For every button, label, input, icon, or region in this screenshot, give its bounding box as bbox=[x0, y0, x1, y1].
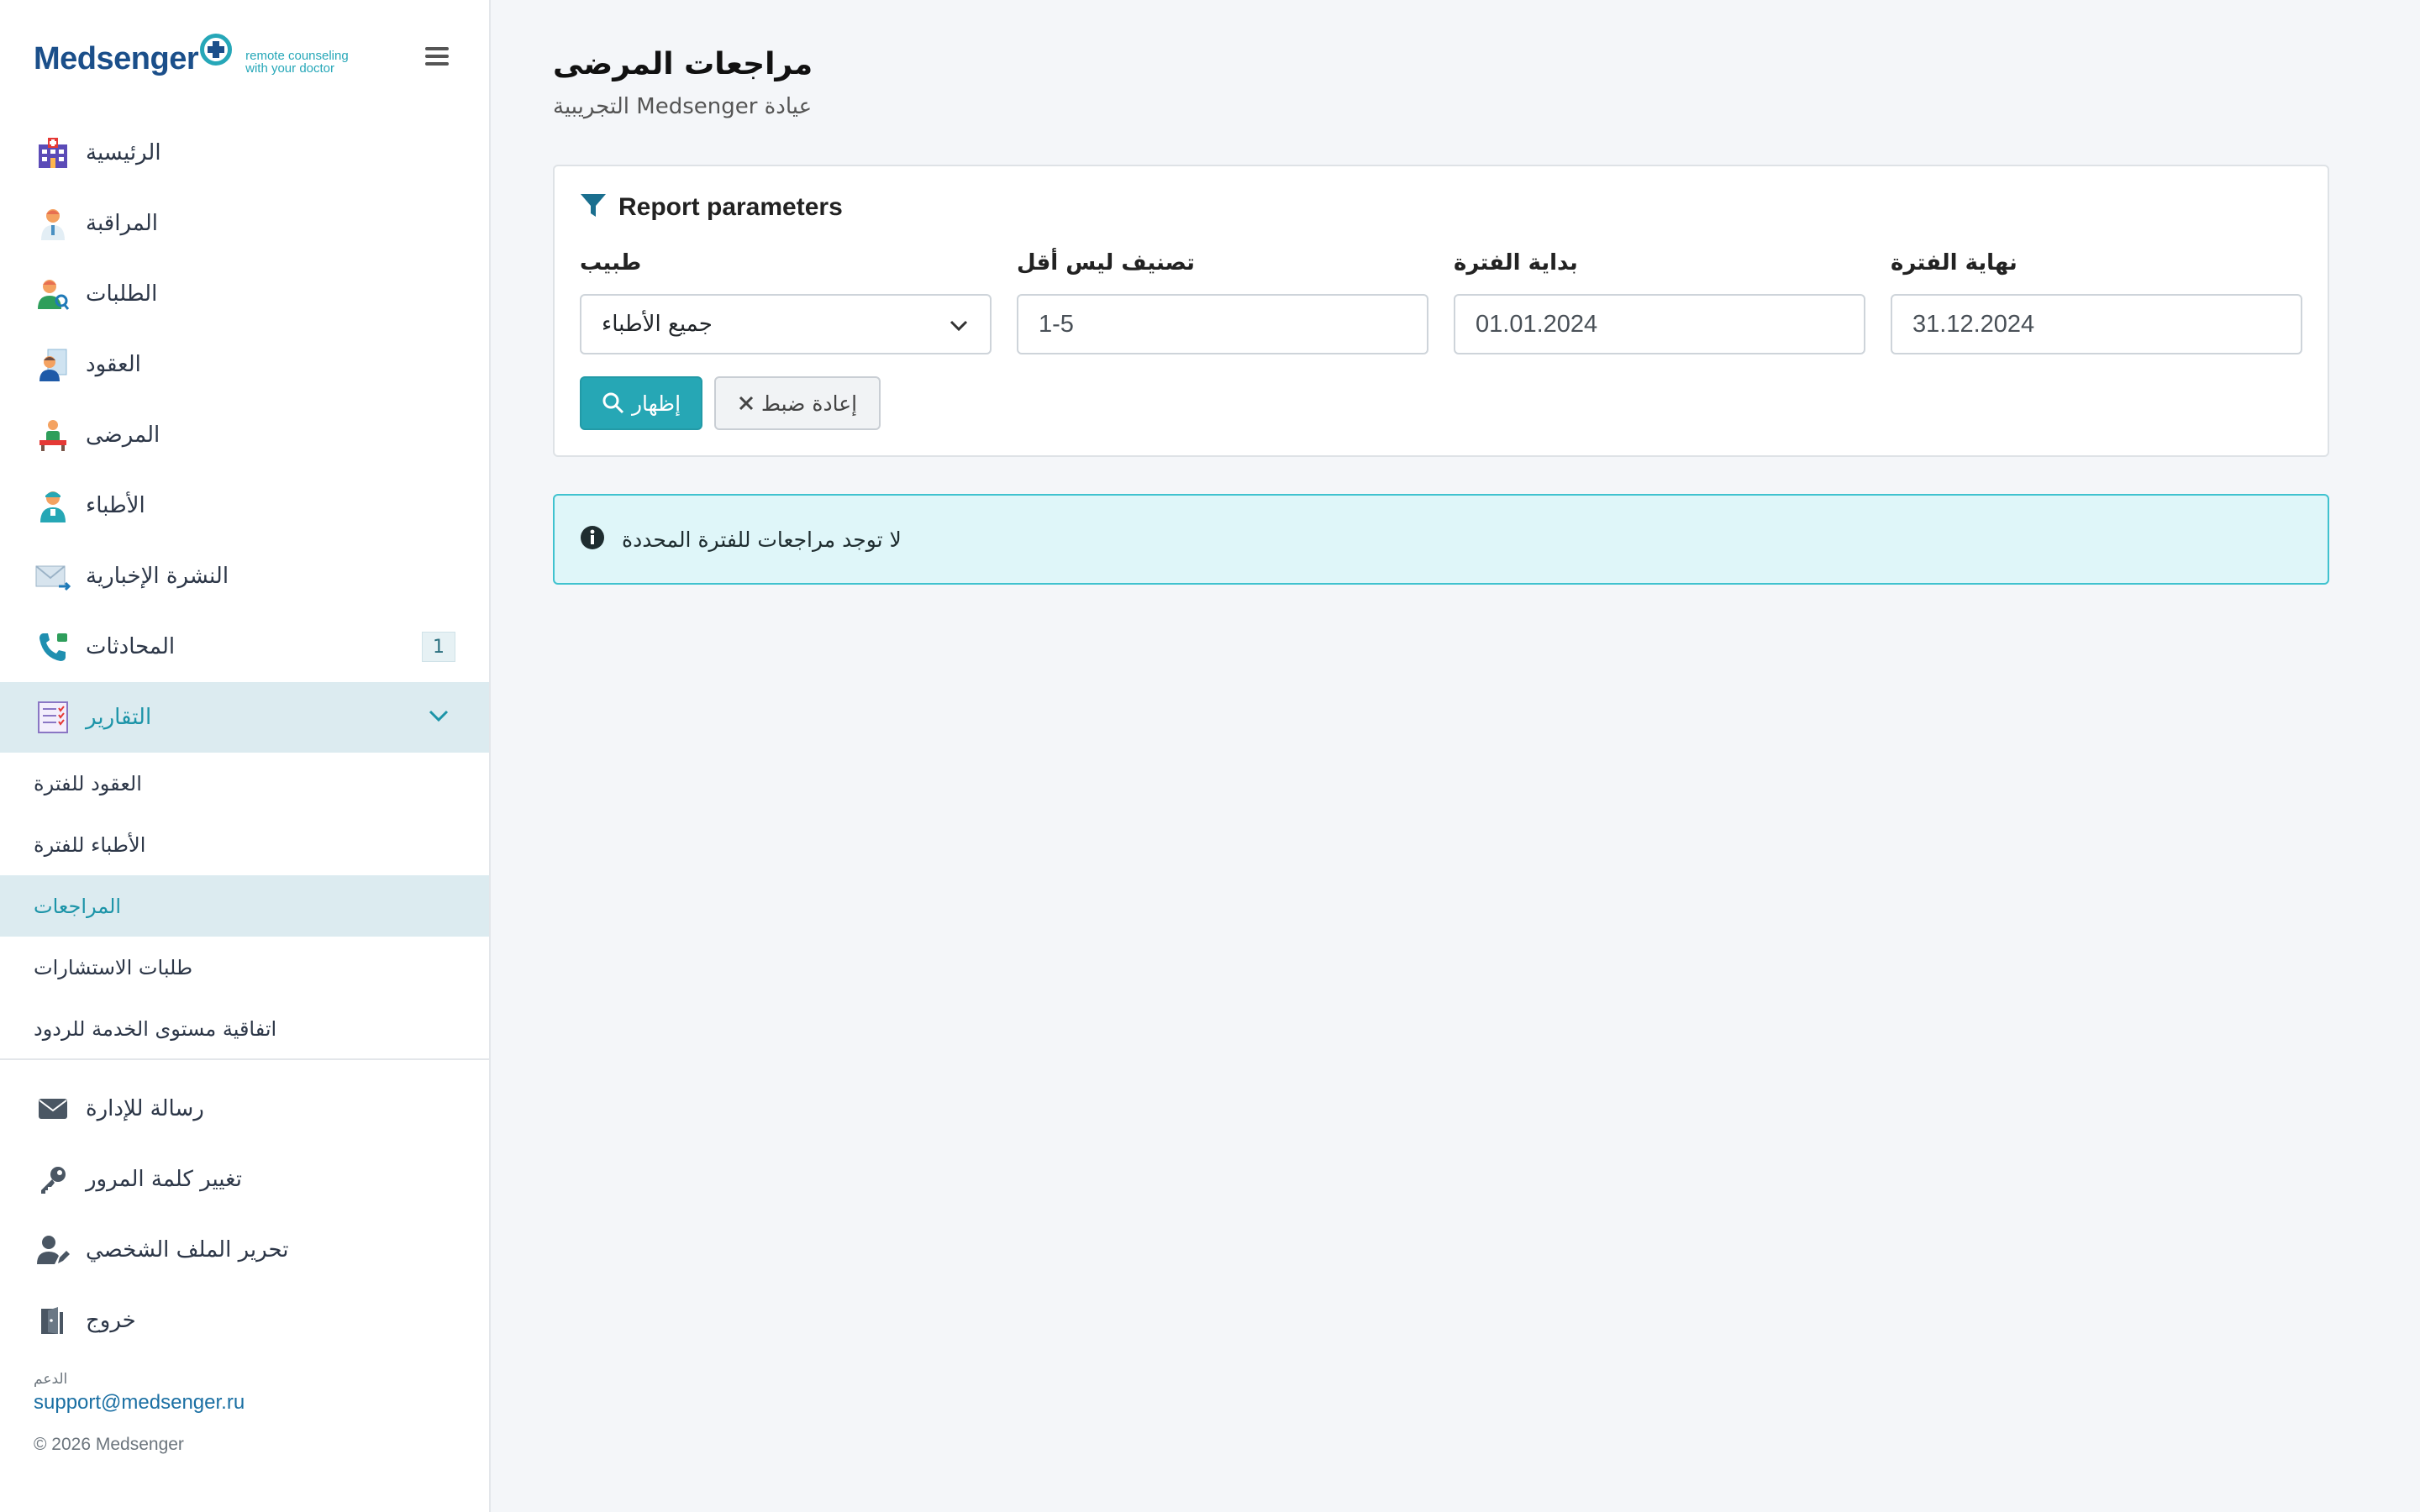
info-icon bbox=[580, 525, 605, 554]
start-date-value: 01.01.2024 bbox=[1476, 310, 1598, 338]
logo-tagline: remote counseling with your doctor bbox=[245, 49, 349, 76]
nav-label: الرئيسية bbox=[86, 140, 161, 165]
user-edit-icon bbox=[35, 1232, 71, 1268]
nav-label: النشرة الإخبارية bbox=[86, 564, 229, 589]
alert-message: لا توجد مراجعات للفترة المحددة bbox=[622, 527, 902, 552]
user-search-icon bbox=[35, 276, 71, 312]
rating-field: تصنيف ليس أقل 1-5 bbox=[1017, 250, 1428, 354]
nav-label: المرضى bbox=[86, 423, 160, 448]
show-button[interactable]: إظهار bbox=[580, 376, 702, 430]
logo-wordmark: Medsenger bbox=[34, 40, 199, 76]
filter-icon bbox=[580, 193, 607, 222]
main-content: مراجعات المرضى التجريبية Medsenger عيادة… bbox=[491, 0, 2420, 1512]
copyright: © 2026 Medsenger bbox=[34, 1435, 184, 1454]
reset-button[interactable]: إعادة ضبط bbox=[714, 376, 881, 430]
subnav-contracts-period[interactable]: العقود للفترة bbox=[0, 753, 489, 814]
nav-item-change-password[interactable]: تغيير كلمة المرور bbox=[0, 1144, 489, 1215]
nav-label: المراقبة bbox=[86, 211, 158, 236]
rating-label: تصنيف ليس أقل bbox=[1017, 250, 1195, 276]
contract-icon bbox=[35, 347, 71, 382]
nav-item-doctors[interactable]: الأطباء bbox=[0, 470, 489, 541]
phone-icon bbox=[35, 629, 71, 664]
subnav-doctors-period[interactable]: الأطباء للفترة bbox=[0, 814, 489, 875]
nav-label: خروج bbox=[86, 1308, 136, 1333]
show-button-label: إظهار bbox=[631, 391, 681, 416]
reports-icon bbox=[35, 700, 71, 735]
chevron-down-icon bbox=[948, 314, 970, 342]
sidebar-divider bbox=[0, 1058, 489, 1060]
nav-item-logout[interactable]: خروج bbox=[0, 1285, 489, 1356]
account-nav: رسالة للإدارة تغيير كلمة المرور تحرير ال… bbox=[0, 1074, 489, 1356]
start-date-input[interactable]: 01.01.2024 bbox=[1454, 294, 1865, 354]
chevron-down-icon[interactable] bbox=[427, 707, 450, 727]
end-date-label: نهاية الفترة bbox=[1891, 250, 2018, 276]
nav-label: الطلبات bbox=[86, 281, 158, 307]
close-icon bbox=[738, 395, 755, 412]
start-date-label: بداية الفترة bbox=[1454, 250, 1578, 276]
nav-label: العقود bbox=[86, 352, 141, 377]
end-date-field: نهاية الفترة 31.12.2024 bbox=[1891, 250, 2302, 354]
nav-item-contracts[interactable]: العقود bbox=[0, 329, 489, 400]
support-caption: الدعم bbox=[34, 1371, 68, 1388]
medic-icon bbox=[35, 488, 71, 523]
newsletter-icon bbox=[35, 559, 71, 594]
nav-label: رسالة للإدارة bbox=[86, 1096, 204, 1121]
nav-label: الأطباء bbox=[86, 493, 145, 518]
empty-result-alert: لا توجد مراجعات للفترة المحددة bbox=[553, 494, 2329, 585]
rating-input-value: 1-5 bbox=[1039, 310, 1074, 338]
page-subtitle: التجريبية Medsenger عيادة bbox=[553, 94, 813, 119]
nav-label: تغيير كلمة المرور bbox=[86, 1167, 242, 1192]
nav-label: تحرير الملف الشخصي bbox=[86, 1237, 289, 1263]
sidebar: Medsenger remote counseling with your doc… bbox=[0, 0, 491, 1512]
key-icon bbox=[35, 1162, 71, 1197]
subnav-consultation-requests[interactable]: طلبات الاستشارات bbox=[0, 937, 489, 998]
nav-item-edit-profile[interactable]: تحرير الملف الشخصي bbox=[0, 1215, 489, 1285]
nav-item-patients[interactable]: المرضى bbox=[0, 400, 489, 470]
card-header: Report parameters bbox=[580, 193, 843, 222]
patient-icon bbox=[35, 417, 71, 453]
doctor-label: طبيب bbox=[580, 250, 642, 276]
start-date-field: بداية الفترة 01.01.2024 bbox=[1454, 250, 1865, 354]
nav-item-monitoring[interactable]: المراقبة bbox=[0, 188, 489, 259]
card-title: Report parameters bbox=[618, 193, 843, 221]
nav-label: المحادثات bbox=[86, 634, 176, 659]
hospital-icon bbox=[35, 135, 71, 171]
nav-item-home[interactable]: الرئيسية bbox=[0, 118, 489, 188]
nav-item-conversations[interactable]: المحادثات 1 bbox=[0, 612, 489, 682]
reset-button-label: إعادة ضبط bbox=[760, 391, 858, 416]
rating-input[interactable]: 1-5 bbox=[1017, 294, 1428, 354]
reports-subnav: العقود للفترة الأطباء للفترة المراجعات ط… bbox=[0, 753, 489, 1059]
doctor-icon bbox=[35, 206, 71, 241]
doctor-select-value: جميع الأطباء bbox=[602, 312, 713, 337]
report-parameters-card: Report parameters طبيب جميع الأطباء تصني… bbox=[553, 165, 2329, 457]
main-nav: الرئيسية المراقبة الطلبات العقود المرضى bbox=[0, 118, 489, 1059]
unread-count-badge: 1 bbox=[422, 632, 455, 662]
nav-item-reports[interactable]: التقارير bbox=[0, 682, 489, 753]
logo-plus-icon bbox=[200, 34, 233, 66]
end-date-value: 31.12.2024 bbox=[1912, 310, 2035, 338]
medsenger-logo[interactable]: Medsenger remote counseling with your doc… bbox=[34, 34, 349, 84]
door-exit-icon bbox=[35, 1303, 71, 1338]
subnav-reviews[interactable]: المراجعات bbox=[0, 875, 489, 937]
page-title: مراجعات المرضى bbox=[553, 47, 813, 81]
nav-label: التقارير bbox=[86, 705, 152, 730]
end-date-input[interactable]: 31.12.2024 bbox=[1891, 294, 2302, 354]
nav-item-requests[interactable]: الطلبات bbox=[0, 259, 489, 329]
support-email-link[interactable]: support@medsenger.ru bbox=[34, 1391, 245, 1415]
nav-item-message-admin[interactable]: رسالة للإدارة bbox=[0, 1074, 489, 1144]
menu-toggle-icon[interactable] bbox=[425, 47, 449, 66]
doctor-field: طبيب جميع الأطباء bbox=[580, 250, 992, 354]
search-icon bbox=[602, 391, 625, 415]
doctor-select[interactable]: جميع الأطباء bbox=[580, 294, 992, 354]
nav-item-newsletter[interactable]: النشرة الإخبارية bbox=[0, 541, 489, 612]
subnav-sla-responses[interactable]: اتفاقية مستوى الخدمة للردود bbox=[0, 998, 489, 1059]
envelope-icon bbox=[35, 1091, 71, 1126]
